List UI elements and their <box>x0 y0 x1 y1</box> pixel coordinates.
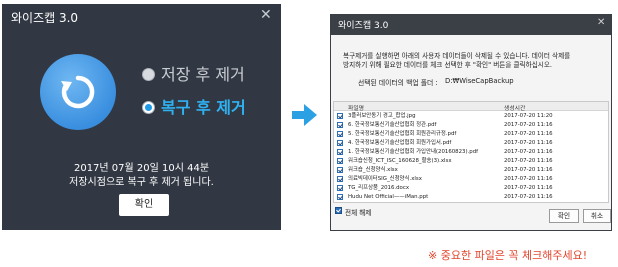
restore-time-message: 2017년 07월 20일 10시 44분 <box>73 163 210 174</box>
file-row[interactable]: 의료빅데이터SIG_신청양식.xlsx 2017-07-20 11:16 <box>334 175 608 183</box>
close-icon[interactable]: ✕ <box>260 7 272 23</box>
file-list[interactable]: 파일명 생성시간 3플러보안동기 경고_합업.jpg 2017-07-20 11… <box>333 101 609 203</box>
file-checkbox[interactable] <box>337 140 343 146</box>
option-restore-then-delete-label[interactable]: 복구 후 제거 <box>161 94 246 118</box>
column-header-created-time[interactable]: 생성시간 <box>504 103 525 112</box>
file-created-time: 2017-07-20 11:20 <box>504 113 553 119</box>
file-created-time: 2017-07-20 11:16 <box>504 167 553 173</box>
right-titlebar: 와이즈캡 3.0 ✕ <box>331 15 611 35</box>
option-save-then-delete-label[interactable]: 저장 후 제거 <box>161 61 245 85</box>
file-name: 의료빅데이터SIG_신청양식.xlsx <box>348 176 422 182</box>
file-row[interactable]: 1. 한국정보통신기술산업협회 가입안내(20160823).pdf 2017-… <box>334 148 608 156</box>
file-row[interactable]: TG_리프상품_2016.docx 2017-07-20 11:16 <box>334 184 608 192</box>
file-created-time: 2017-07-20 11:16 <box>504 131 553 137</box>
file-name: 워크숍신청_ICT_ISC_160628_할송(3).xlsx <box>348 158 452 164</box>
file-created-time: 2017-07-20 11:16 <box>504 149 553 155</box>
right-cancel-button[interactable]: 취소 <box>583 209 611 223</box>
file-name: 워크숍_신청양식.xlsx <box>348 167 398 173</box>
file-row[interactable]: 6. 한국정보통신기술산업협회 정관.pdf 2017-07-20 11:16 <box>334 121 608 129</box>
close-icon[interactable]: ✕ <box>597 17 605 28</box>
file-name: 1. 한국정보통신기술산업협회 가입안내(20160823).pdf <box>348 149 479 155</box>
left-ok-button[interactable]: 확인 <box>119 194 169 216</box>
radio-save-then-delete[interactable] <box>142 68 155 81</box>
backup-folder-path: D:₩WiseCapBackup <box>445 77 514 85</box>
left-titlebar: 와이즈캡 3.0 ✕ <box>2 4 281 30</box>
file-created-time: 2017-07-20 11:16 <box>504 185 553 191</box>
right-dialog-title: 와이즈캡 3.0 <box>338 21 389 31</box>
file-checkbox[interactable] <box>337 176 343 182</box>
file-name: TG_리프상품_2016.docx <box>348 185 410 191</box>
column-header-filename[interactable]: 파일명 <box>348 103 364 112</box>
restore-description-message: 저장시점으로 복구 후 제거 됩니다. <box>69 177 214 188</box>
file-checkbox[interactable] <box>337 194 343 200</box>
refresh-arrow-icon <box>40 54 116 130</box>
file-checkbox[interactable] <box>337 158 343 164</box>
data-backup-dialog: 와이즈캡 3.0 ✕ 복구제거를 실행하면 아래의 사용자 데이터들이 삭제될 … <box>330 14 612 231</box>
description-line-2: 방지하기 위해 필요한 데이터를 체크 선택한 후 "확인" 버튼을 클릭하십시… <box>343 61 553 69</box>
file-row[interactable]: Hudu Net Official——iMan.ppt 2017-07-20 1… <box>334 193 608 201</box>
file-row[interactable]: 5. 한국정보통신기술산업협회 회원관리규정.pdf 2017-07-20 11… <box>334 130 608 138</box>
file-checkbox[interactable] <box>337 149 343 155</box>
file-created-time: 2017-07-20 11:16 <box>504 140 553 146</box>
file-name: 5. 한국정보통신기술산업협회 회원관리규정.pdf <box>348 131 457 137</box>
file-name: 3플러보안동기 경고_합업.jpg <box>348 113 416 119</box>
restore-delete-dialog: 와이즈캡 3.0 ✕ 저장 후 제거 복구 후 제거 2017년 07월 20일… <box>2 4 281 230</box>
radio-selected-dot <box>145 104 152 111</box>
select-all-label[interactable]: 전체 해제 <box>345 207 371 217</box>
file-checkbox[interactable] <box>337 185 343 191</box>
backup-folder-label: 선택된 데이터의 백업 폴더 : <box>358 79 438 87</box>
file-name: 4. 한국정보통신기술산업협회 회원가입서.pdf <box>348 140 452 146</box>
select-all-checkbox[interactable] <box>335 207 342 214</box>
file-checkbox[interactable] <box>337 113 343 119</box>
file-name: 6. 한국정보통신기술산업협회 정관.pdf <box>348 122 437 128</box>
file-name: Hudu Net Official——iMan.ppt <box>348 194 429 200</box>
left-dialog-title: 와이즈캡 3.0 <box>11 11 79 25</box>
file-row[interactable]: 4. 한국정보통신기술산업협회 회원가입서.pdf 2017-07-20 11:… <box>334 139 608 147</box>
important-file-note: ※ 중요한 파일은 꼭 체크해주세요! <box>428 249 588 262</box>
right-ok-button[interactable]: 확인 <box>549 209 579 223</box>
file-row[interactable]: 워크숍신청_ICT_ISC_160628_할송(3).xlsx 2017-07-… <box>334 157 608 165</box>
file-row[interactable]: 3플러보안동기 경고_합업.jpg 2017-07-20 11:20 <box>334 112 608 120</box>
file-checkbox[interactable] <box>337 122 343 128</box>
file-checkbox[interactable] <box>337 167 343 173</box>
file-checkbox[interactable] <box>337 131 343 137</box>
file-row[interactable]: 워크숍_신청양식.xlsx 2017-07-20 11:16 <box>334 166 608 174</box>
file-created-time: 2017-07-20 11:16 <box>504 158 553 164</box>
right-arrow-icon <box>292 104 317 126</box>
file-created-time: 2017-07-20 11:16 <box>504 122 553 128</box>
file-created-time: 2017-07-20 11:16 <box>504 176 553 182</box>
file-list-header: 파일명 생성시간 <box>334 102 608 112</box>
file-created-time: 2017-07-20 11:16 <box>504 194 553 200</box>
